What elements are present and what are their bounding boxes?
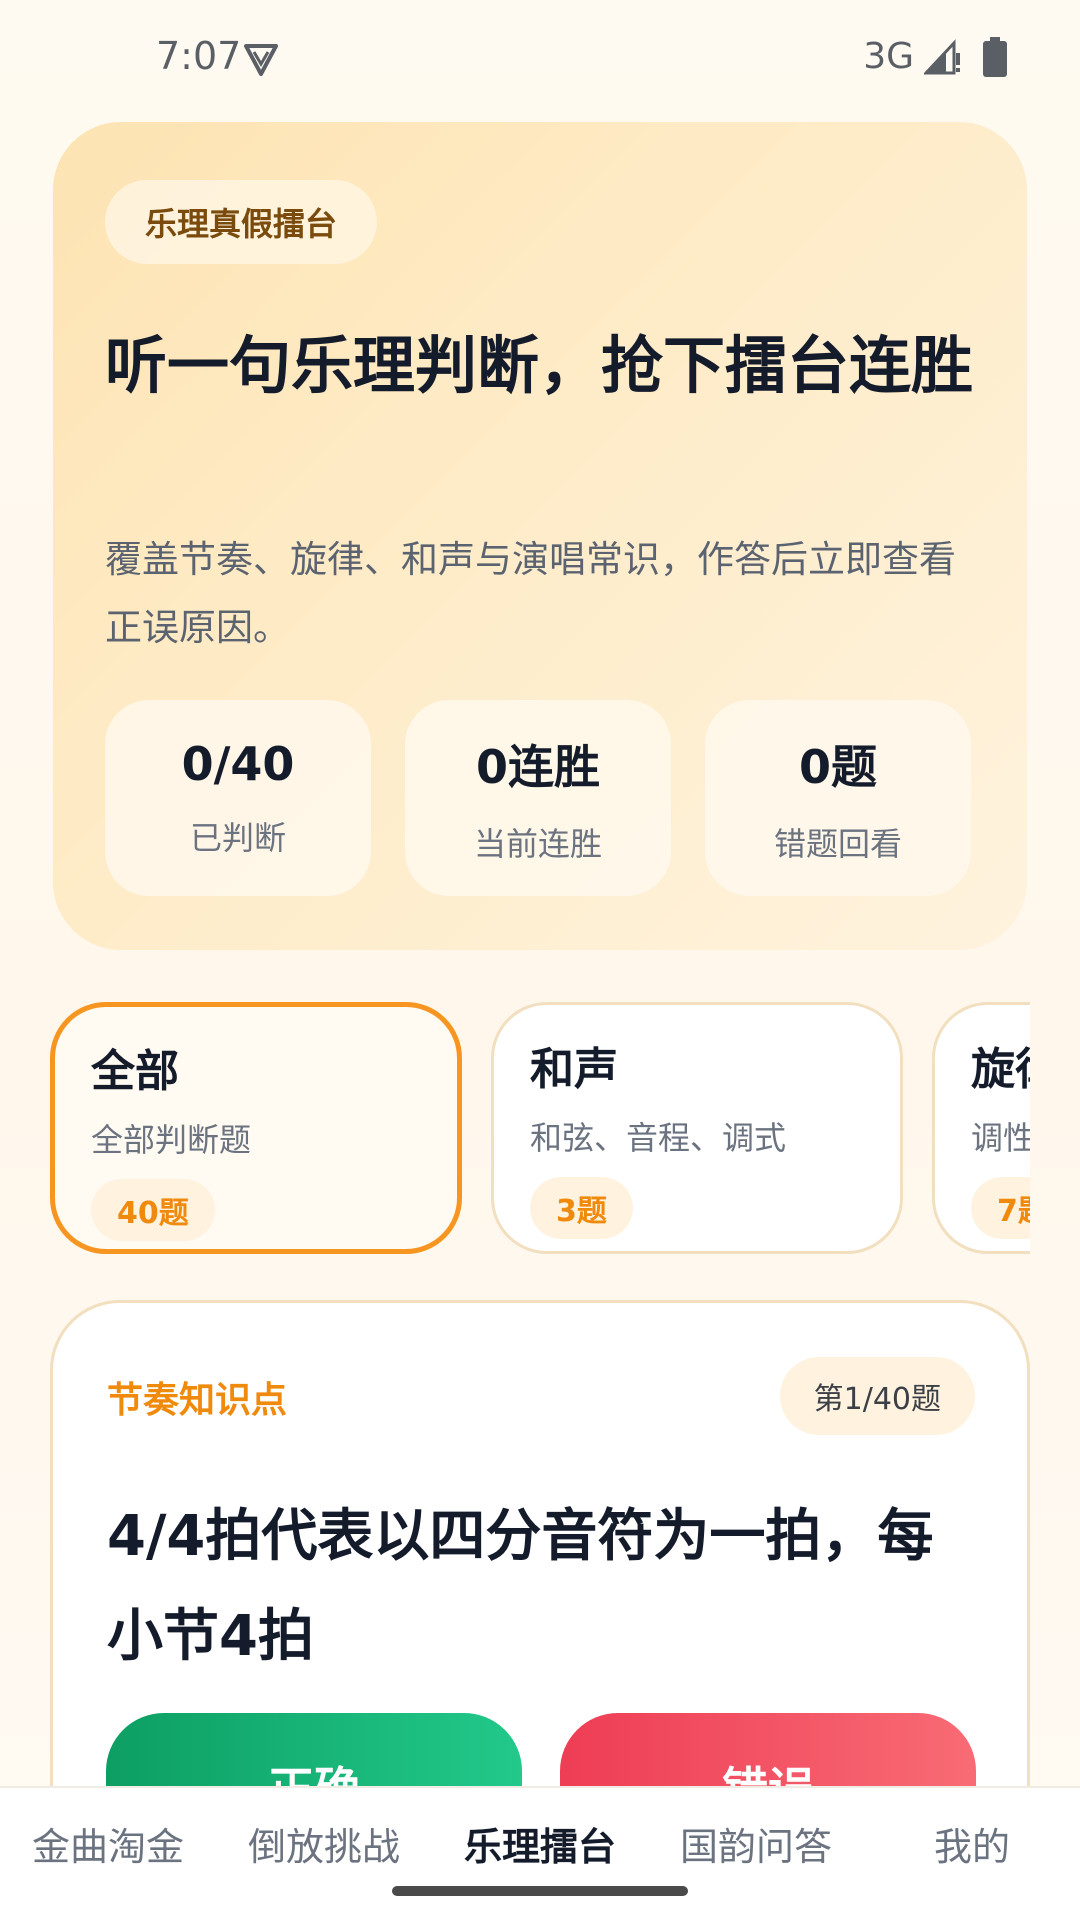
stat-value: 0连胜 [475,740,600,794]
network-type: 3G [863,36,914,77]
question-text: 4/4拍代表以四分音符为一拍，每小节4拍 [107,1504,934,1669]
stats-row: 0/40 已判断 0连胜 当前连胜 0题 错题回看 [105,700,971,896]
category-count-badge: 7题 [971,1177,1030,1239]
stat-streak: 0连胜 当前连胜 [405,700,671,896]
stat-label: 错题回看 [773,825,902,863]
nav-item-mine[interactable]: 我的 [864,1816,1080,1871]
stat-wrong-review[interactable]: 0题 错题回看 [705,700,971,896]
question-topic: 节奏知识点 [107,1380,288,1421]
status-bar: 7:07 3G [0,0,1080,112]
nav-item-music-theory[interactable]: 乐理擂台 [432,1816,648,1871]
category-name: 全部 [91,1046,179,1097]
category-count-badge: 3题 [530,1177,633,1239]
category-card-melody[interactable]: 旋律 调性 7题 [932,1002,1030,1254]
vpn-shield-icon [244,44,278,76]
hero-description: 覆盖节奏、旋律、和声与演唱常识，作答后立即查看正误原因。 [105,538,956,649]
hero-badge: 乐理真假擂台 [105,180,378,264]
stat-label: 已判断 [189,819,286,857]
category-subtitle: 全部判断题 [91,1121,252,1159]
category-name: 旋律 [971,1044,1030,1095]
stat-value: 0/40 [181,737,295,791]
signal-icon [924,38,960,74]
hero-card: 乐理真假擂台 听一句乐理判断，抢下擂台连胜 覆盖节奏、旋律、和声与演唱常识，作答… [53,122,1027,950]
category-scroller[interactable]: 全部 全部判断题 40题 和声 和弦、音程、调式 3题 旋律 调性 7题 [50,1002,1030,1258]
stat-answered: 0/40 已判断 [105,700,371,896]
hero-title: 听一句乐理判断，抢下擂台连胜 [105,329,974,402]
home-indicator[interactable] [392,1886,688,1896]
category-name: 和声 [530,1044,618,1095]
category-card-all[interactable]: 全部 全部判断题 40题 [50,1002,462,1254]
category-subtitle: 调性 [971,1119,1030,1157]
category-subtitle: 和弦、音程、调式 [530,1119,787,1157]
app-screen: 7:07 3G 乐理真假擂台 听一句乐理判断，抢下擂台连胜 覆盖节奏、旋律、和声… [0,0,1080,1920]
stat-label: 当前连胜 [473,825,602,863]
category-count-badge: 40题 [91,1179,215,1241]
question-progress-badge: 第1/40题 [779,1357,975,1435]
nav-item-guoyun-quiz[interactable]: 国韵问答 [648,1816,864,1871]
status-time: 7:07 [156,34,242,78]
status-indicators: 3G [863,36,1008,77]
stat-value: 0题 [798,740,877,794]
bottom-nav: 金曲淘金 倒放挑战 乐理擂台 国韵问答 我的 [0,1786,1080,1920]
category-card-harmony[interactable]: 和声 和弦、音程、调式 3题 [491,1002,903,1254]
nav-item-reverse-challenge[interactable]: 倒放挑战 [216,1816,432,1871]
battery-icon [983,36,1007,77]
nav-item-golden-songs[interactable]: 金曲淘金 [0,1816,216,1871]
